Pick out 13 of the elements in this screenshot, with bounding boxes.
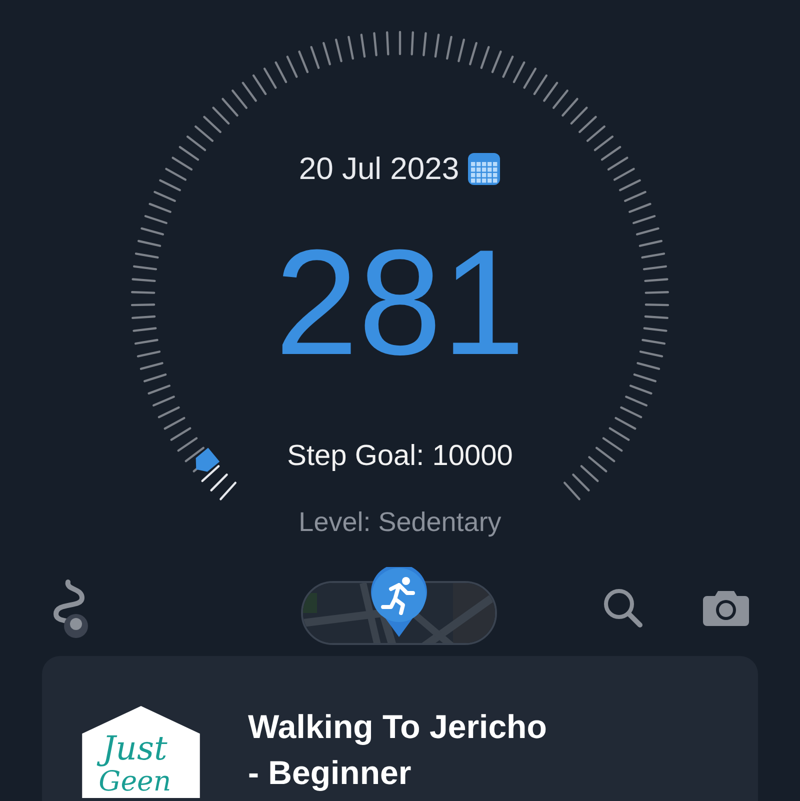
progress-ticks xyxy=(201,465,236,500)
step-count: 281 xyxy=(274,226,526,376)
search-icon[interactable] xyxy=(602,587,644,629)
camera-icon[interactable] xyxy=(702,588,750,628)
activity-level-text: Level: Sedentary xyxy=(298,506,502,539)
calendar-icon[interactable] xyxy=(467,152,502,186)
runner-pin-icon[interactable] xyxy=(369,567,429,639)
progress-marker xyxy=(196,448,220,472)
plan-card[interactable]: Just Geen Walking To Jericho - Beginner xyxy=(42,656,758,801)
step-goal-text: Step Goal: 10000 xyxy=(287,438,513,474)
date-text: 20 Jul 2023 xyxy=(298,150,460,188)
plan-title: Walking To Jericho - Beginner xyxy=(248,707,547,794)
logo-drawing: Just Geen xyxy=(82,706,200,798)
